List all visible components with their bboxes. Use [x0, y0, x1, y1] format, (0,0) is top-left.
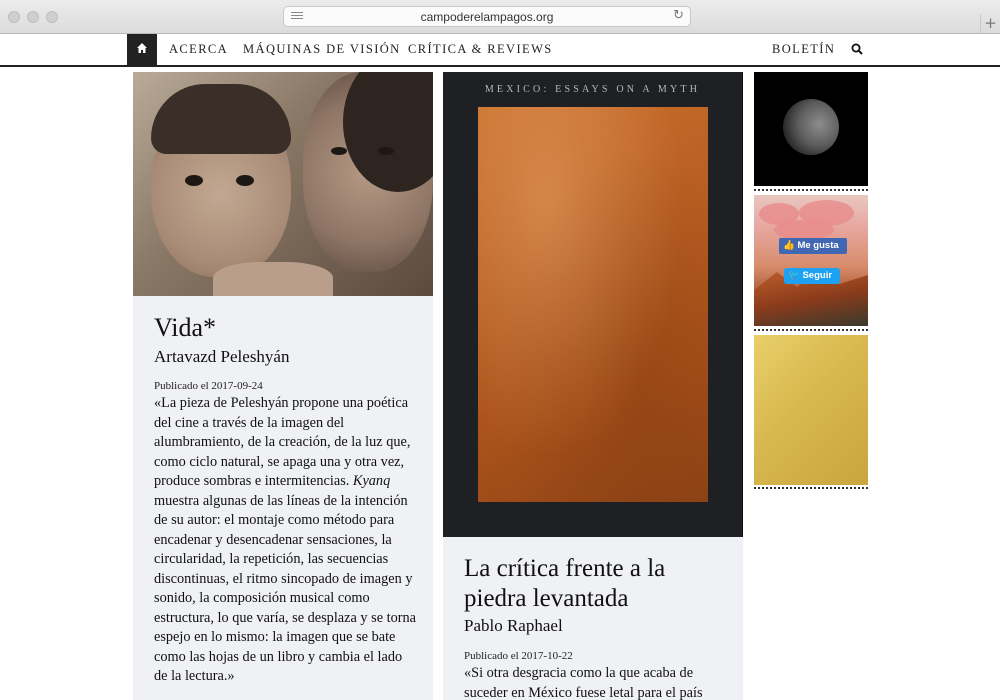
book-cover-image[interactable]: MEXICO: ESSAYS ON A MYTH [443, 72, 743, 537]
new-tab-button[interactable]: + [980, 14, 1000, 34]
zoom-window-button[interactable] [46, 11, 58, 23]
article-excerpt: «La pieza de Peleshyán propone una poéti… [154, 394, 416, 687]
sidebar-tile-moon[interactable] [754, 72, 868, 186]
article-excerpt: «Si otra desgracia como la que acaba de … [464, 665, 703, 700]
photo-eye [378, 147, 394, 155]
home-icon [137, 43, 147, 53]
facebook-like-button[interactable]: 👍 Me gusta [779, 238, 847, 254]
divider [754, 487, 868, 489]
like-label: Me gusta [797, 240, 839, 251]
nav-item-maquinas[interactable]: MÁQUINAS DE VISIÓN [243, 42, 401, 57]
sidebar-tile-social: 👍 Me gusta 🐦 Seguir [754, 195, 868, 326]
article-title[interactable]: La crítica frente a la piedra levantada [464, 554, 724, 614]
sidebar-tile-gold[interactable] [754, 335, 868, 485]
reload-icon[interactable]: ↻ [673, 8, 684, 23]
thumbs-up-icon: 👍 [783, 240, 798, 251]
photo-baby-hair [151, 84, 291, 154]
article-date: Publicado el 2017-10-22 [464, 650, 573, 662]
article-card-vida[interactable]: Vida* Artavazd Peleshyán Publicado el 20… [133, 72, 433, 700]
site-nav: ACERCA MÁQUINAS DE VISIÓN CRÍTICA & REVI… [0, 34, 1000, 67]
photo-eye [331, 147, 347, 155]
book-cover-copper-panel [478, 107, 708, 502]
photo-eye [236, 175, 254, 186]
excerpt-text: muestra algunas de las líneas de la inte… [154, 492, 417, 685]
close-window-button[interactable] [8, 11, 20, 23]
url-text: campoderelampagos.org [420, 10, 554, 24]
twitter-follow-button[interactable]: 🐦 Seguir [784, 268, 840, 284]
moon-image [783, 99, 839, 155]
address-bar[interactable]: campoderelampagos.org ↻ [283, 6, 691, 27]
article-author: Artavazd Peleshyán [154, 347, 290, 366]
article-image[interactable] [133, 72, 433, 296]
article-card-critica[interactable]: MEXICO: ESSAYS ON A MYTH La crítica fren… [443, 72, 743, 700]
nav-item-critica[interactable]: CRÍTICA & REVIEWS [408, 42, 553, 57]
article-author: Pablo Raphael [464, 616, 563, 635]
follow-label: Seguir [802, 270, 833, 281]
home-button[interactable] [127, 34, 157, 65]
nav-item-boletin[interactable]: BOLETÍN [772, 42, 835, 57]
browser-toolbar: campoderelampagos.org ↻ + [0, 0, 1000, 34]
article-date: Publicado el 2017-09-24 [154, 380, 263, 392]
painting-cloud [774, 220, 834, 240]
photo-eye [185, 175, 203, 186]
book-cover-title: MEXICO: ESSAYS ON A MYTH [484, 84, 701, 95]
excerpt-film-title: Kyanq [352, 473, 391, 489]
minimize-window-button[interactable] [27, 11, 39, 23]
divider [754, 189, 868, 191]
twitter-bird-icon: 🐦 [788, 270, 803, 281]
divider [754, 329, 868, 331]
photo-hand [213, 262, 333, 296]
search-icon[interactable] [851, 43, 863, 55]
nav-item-acerca[interactable]: ACERCA [169, 42, 228, 57]
article-title[interactable]: Vida* [154, 313, 216, 343]
